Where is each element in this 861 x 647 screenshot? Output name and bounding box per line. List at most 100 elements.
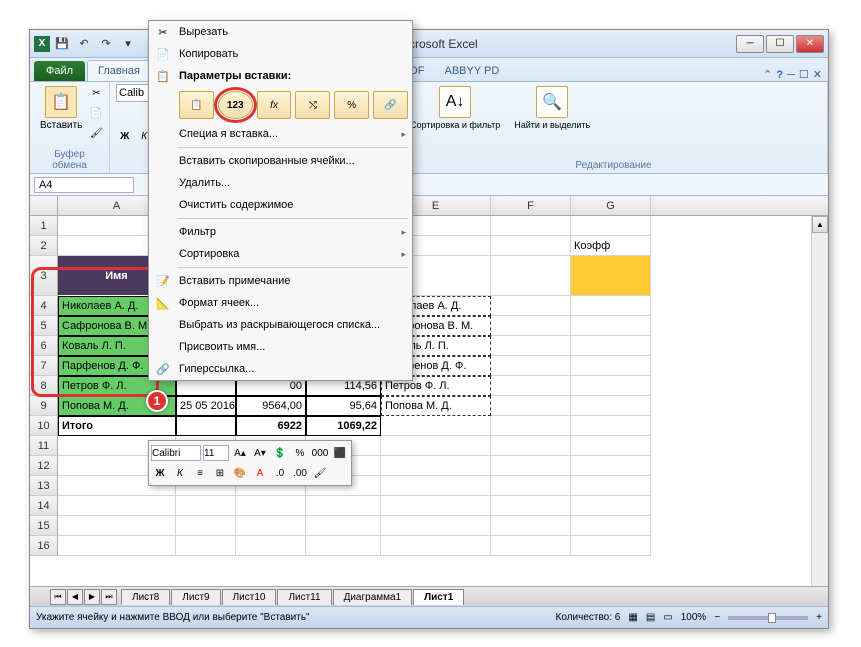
view-normal-icon[interactable]: ▦ [628, 612, 637, 623]
mini-fill-color-icon[interactable]: 🎨 [231, 464, 249, 482]
copy-icon[interactable]: 📄 [86, 104, 106, 122]
col-header[interactable]: G [571, 196, 651, 215]
row-header[interactable]: 8 [30, 376, 58, 396]
mini-grow-font-icon[interactable]: A▴ [231, 444, 249, 462]
cm-define-name[interactable]: Присвоить имя... [149, 336, 412, 358]
view-break-icon[interactable]: ▭ [663, 612, 672, 623]
col-header[interactable]: F [491, 196, 571, 215]
paste-link-icon[interactable]: 🔗 [373, 91, 408, 119]
mini-italic-icon[interactable]: К [171, 464, 189, 482]
paste-formulas-icon[interactable]: fx [257, 91, 292, 119]
sort-filter-button[interactable]: A↓ Сортировка и фильтр [406, 84, 504, 132]
cm-cut[interactable]: ✂Вырезать [149, 21, 412, 43]
cm-sort[interactable]: Сортировка▸ [149, 243, 412, 265]
doc-max-icon[interactable]: ☐ [799, 68, 809, 81]
view-layout-icon[interactable]: ▤ [646, 612, 655, 623]
paste-transpose-icon[interactable]: ⤭ [295, 91, 330, 119]
mini-align-icon[interactable]: ≡ [191, 464, 209, 482]
sheet-tab[interactable]: Лист8 [121, 589, 170, 605]
minimize-button[interactable]: ─ [736, 35, 764, 53]
cm-delete[interactable]: Удалить... [149, 172, 412, 194]
row-header[interactable]: 9 [30, 396, 58, 416]
mini-borders-icon[interactable]: ⊞ [211, 464, 229, 482]
qat-dropdown-icon[interactable]: ▾ [118, 34, 138, 54]
paste-formatting-icon[interactable]: % [334, 91, 369, 119]
bold-button[interactable]: Ж [116, 128, 134, 146]
sheet-tab[interactable]: Лист10 [222, 589, 277, 605]
paste-values-icon[interactable]: 123 [218, 91, 253, 119]
mini-dec-decimal-icon[interactable]: .0 [271, 464, 289, 482]
qat-save-icon[interactable]: 💾 [52, 34, 72, 54]
cm-copy[interactable]: 📄Копировать [149, 43, 412, 65]
mini-font-name[interactable] [151, 445, 201, 461]
mini-percent-icon[interactable]: % [291, 444, 309, 462]
maximize-button[interactable]: ☐ [766, 35, 794, 53]
cm-insert-note[interactable]: 📝Вставить примечание [149, 270, 412, 292]
cm-insert-copied[interactable]: Вставить скопированные ячейки... [149, 150, 412, 172]
koef-label[interactable]: Коэфф [571, 236, 651, 256]
cm-clear[interactable]: Очистить содержимое [149, 194, 412, 216]
sheet-tab-active[interactable]: Лист1 [413, 589, 464, 605]
annotation-badge-1: 1 [146, 390, 168, 412]
tab-home[interactable]: Главная [87, 60, 151, 81]
mini-merge-icon[interactable]: ⬛ [331, 444, 349, 462]
row-header[interactable]: 11 [30, 436, 58, 456]
doc-min-icon[interactable]: ─ [787, 69, 795, 81]
paste-all-icon[interactable]: 📋 [179, 91, 214, 119]
cm-paste-special[interactable]: Специа я вставка...▸ [149, 123, 412, 145]
mini-shrink-font-icon[interactable]: A▾ [251, 444, 269, 462]
doc-close-icon[interactable]: ✕ [813, 68, 822, 81]
zoom-value[interactable]: 100% [681, 612, 707, 623]
zoom-out-icon[interactable]: − [714, 612, 720, 623]
zoom-in-icon[interactable]: + [816, 612, 822, 623]
help-icon[interactable]: ? [776, 69, 783, 81]
row-header[interactable]: 1 [30, 216, 58, 236]
vertical-scrollbar[interactable]: ▲ [811, 216, 828, 586]
paste-button[interactable]: 📋 Вставить [36, 84, 86, 142]
tabs-next-icon[interactable]: ▶ [84, 589, 100, 605]
total-label[interactable]: Итого [58, 416, 176, 436]
row-header[interactable]: 15 [30, 516, 58, 536]
row-header[interactable]: 7 [30, 356, 58, 376]
ribbon-minimize-icon[interactable]: ⌃ [763, 68, 772, 81]
tab-file[interactable]: Файл [34, 61, 85, 81]
mini-font-size[interactable] [203, 445, 229, 461]
tab-abbyy[interactable]: ABBYY PD [434, 61, 509, 81]
cm-hyperlink[interactable]: 🔗Гиперссылка... [149, 358, 412, 380]
qat-undo-icon[interactable]: ↶ [74, 34, 94, 54]
qat-redo-icon[interactable]: ↷ [96, 34, 116, 54]
find-select-button[interactable]: 🔍 Найти и выделить [510, 84, 594, 132]
cm-filter[interactable]: Фильтр▸ [149, 221, 412, 243]
format-painter-icon[interactable]: 🖌 [86, 124, 106, 142]
row-header[interactable]: 16 [30, 536, 58, 556]
row-header[interactable]: 5 [30, 316, 58, 336]
mini-inc-decimal-icon[interactable]: .00 [291, 464, 309, 482]
row-header[interactable]: 2 [30, 236, 58, 256]
name-box[interactable] [34, 177, 134, 193]
mini-painter-icon[interactable]: 🖌 [311, 464, 329, 482]
mini-font-color-icon[interactable]: A [251, 464, 269, 482]
row-header[interactable]: 10 [30, 416, 58, 436]
tabs-last-icon[interactable]: ⏭ [101, 589, 117, 605]
mini-comma-icon[interactable]: 000 [311, 444, 329, 462]
cm-format-cells[interactable]: 📐Формат ячеек... [149, 292, 412, 314]
sheet-tab[interactable]: Диаграмма1 [333, 589, 413, 605]
sheet-tab[interactable]: Лист9 [171, 589, 220, 605]
select-all-corner[interactable] [30, 196, 58, 215]
tabs-prev-icon[interactable]: ◀ [67, 589, 83, 605]
cm-dropdown-pick[interactable]: Выбрать из раскрывающегося списка... [149, 314, 412, 336]
sheet-tab[interactable]: Лист11 [277, 589, 331, 605]
row-header[interactable]: 12 [30, 456, 58, 476]
cut-icon[interactable]: ✂ [86, 84, 106, 102]
scroll-up-icon[interactable]: ▲ [812, 216, 828, 233]
row-header[interactable]: 14 [30, 496, 58, 516]
mini-bold-icon[interactable]: Ж [151, 464, 169, 482]
zoom-slider[interactable] [728, 616, 808, 620]
row-header[interactable]: 3 [30, 256, 58, 296]
row-header[interactable]: 13 [30, 476, 58, 496]
row-header[interactable]: 4 [30, 296, 58, 316]
tabs-first-icon[interactable]: ⏮ [50, 589, 66, 605]
row-header[interactable]: 6 [30, 336, 58, 356]
close-button[interactable]: ✕ [796, 35, 824, 53]
mini-currency-icon[interactable]: 💲 [271, 444, 289, 462]
